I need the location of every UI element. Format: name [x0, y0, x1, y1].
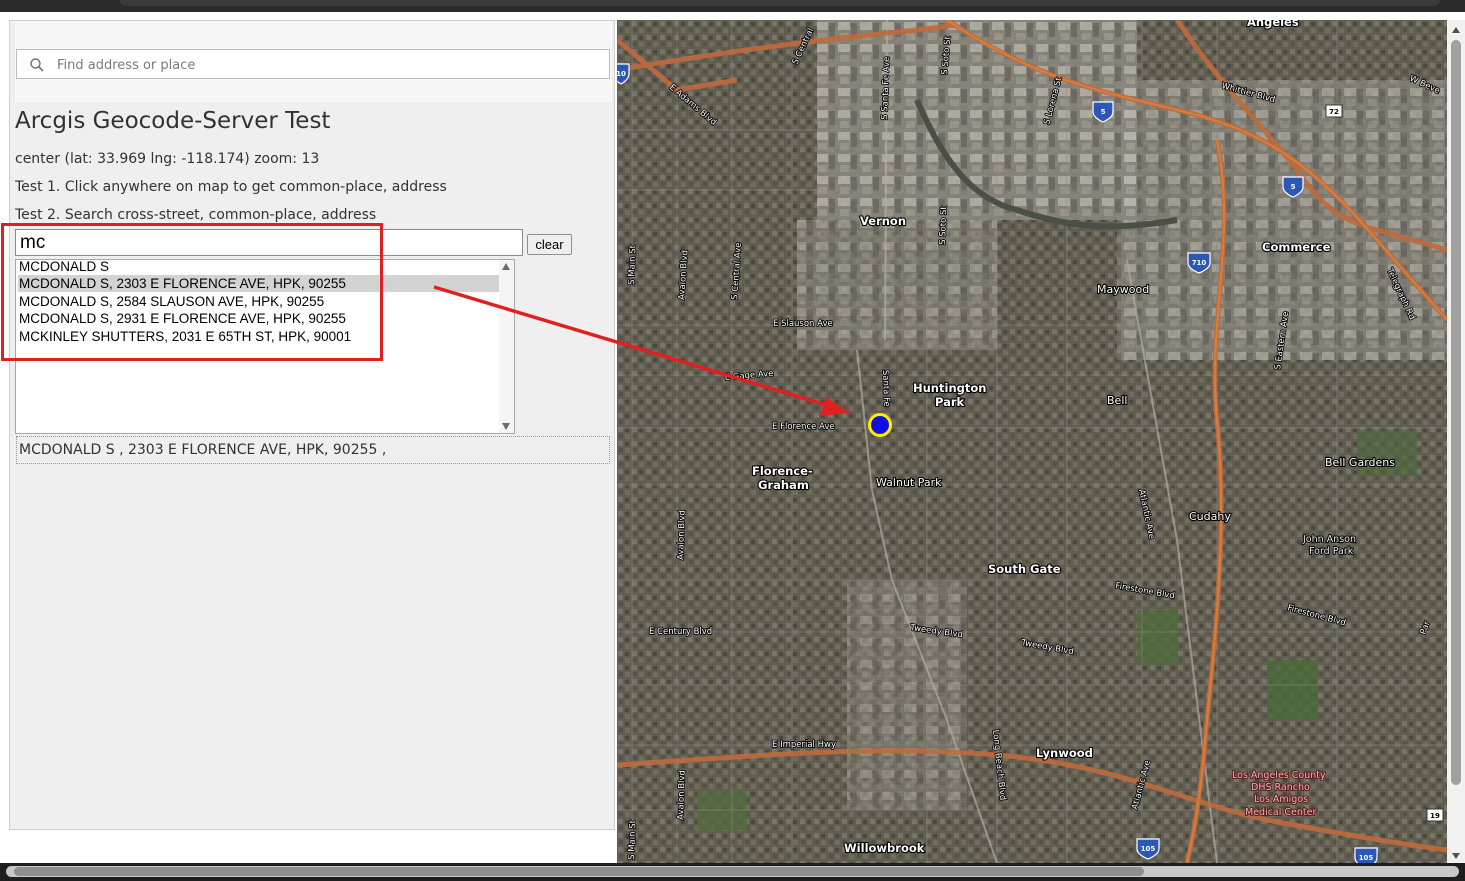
street-label: E Slauson Ave: [773, 319, 833, 329]
scroll-up-arrow-icon[interactable]: [502, 263, 510, 270]
street-label: Tweedy Blvd: [909, 623, 964, 640]
page-viewport: Arcgis Geocode-Server Test center (lat: …: [0, 12, 1465, 863]
search-widget[interactable]: [16, 49, 610, 79]
place-label: Vernon: [860, 214, 906, 228]
map-labels-layer: Angeles Vernon Commerce Huntington Park …: [626, 20, 1442, 861]
street-label: S Main St: [627, 819, 638, 860]
street-label: Tweedy Blvd: [1019, 638, 1074, 657]
place-label: Commerce: [1262, 240, 1331, 254]
street-label: W Beve: [1408, 74, 1442, 97]
street-label: S Soto St: [938, 205, 949, 245]
street-label: Par: [1418, 619, 1432, 636]
street-label: Telegraph Rd: [1384, 266, 1417, 321]
street-label: S Santa Fe Ave: [880, 57, 892, 121]
scroll-down-icon[interactable]: [1452, 853, 1460, 859]
search-input[interactable]: [55, 52, 599, 78]
street-label: Atlantic Ave: [1130, 759, 1153, 810]
place-label: Angeles: [1247, 20, 1299, 29]
street-label: S Main St: [627, 244, 638, 285]
scroll-thumb[interactable]: [1451, 40, 1461, 785]
street-label: Atlantic Ave: [1136, 489, 1156, 541]
street-label: Santa Fe: [880, 370, 891, 407]
location-marker-icon: [871, 416, 889, 434]
place-label: Huntington: [913, 381, 986, 395]
place-label: Maywood: [1097, 283, 1149, 296]
street-label: Whittier Blvd: [1220, 81, 1276, 105]
clear-button[interactable]: clear: [527, 234, 572, 255]
street-label: E Florence Ave: [772, 422, 835, 432]
street-label: Avalon Blvd: [676, 770, 688, 820]
place-label: Park: [935, 395, 965, 409]
scroll-thumb[interactable]: [14, 867, 1144, 876]
control-panel: Arcgis Geocode-Server Test center (lat: …: [9, 20, 615, 830]
street-label: S Soto St: [940, 35, 953, 75]
street-label: E Gage Ave: [724, 369, 773, 383]
park-label: Ford Park: [1309, 546, 1354, 557]
street-label: Avalon Blvd: [677, 250, 690, 300]
street-label: Firestone Blvd: [1286, 603, 1347, 628]
place-label: South Gate: [988, 562, 1061, 576]
street-label: Avalon Blvd: [676, 510, 688, 560]
park-label: John Anson: [1302, 534, 1356, 545]
facility-label: Los Angeles County: [1232, 770, 1326, 781]
street-label: Long Beach Blvd: [990, 729, 1007, 801]
place-label: Graham: [758, 478, 809, 492]
suggestion-scrollbar[interactable]: [499, 260, 514, 433]
place-label: Cudahy: [1189, 510, 1231, 523]
satellite-map[interactable]: 5 5 710 72 105 105 19 10 Angeles Vernon …: [617, 20, 1447, 863]
street-label: S Central Ave: [730, 242, 744, 300]
street-label: S Central: [791, 27, 817, 67]
place-label: Lynwood: [1036, 746, 1093, 760]
street-label: Firestone Blvd: [1114, 581, 1175, 601]
map-vertical-scrollbar[interactable]: [1447, 20, 1465, 863]
page-title: Arcgis Geocode-Server Test: [15, 108, 331, 134]
street-label: S Lorena St: [1042, 76, 1064, 126]
facility-label: Los Amigos: [1254, 794, 1308, 805]
place-label: Willowbrook: [844, 841, 925, 855]
browser-top-edge: [0, 0, 1465, 12]
street-label: S Eastern Ave: [1273, 311, 1291, 371]
scroll-down-arrow-icon[interactable]: [502, 423, 510, 430]
street-label: E Century Blvd: [649, 627, 712, 637]
street-label: E Imperial Hwy: [772, 740, 836, 750]
place-label: Bell: [1107, 394, 1127, 407]
test1-instructions: Test 1. Click anywhere on map to get com…: [15, 179, 447, 195]
place-label: Walnut Park: [876, 476, 942, 489]
scroll-up-icon[interactable]: [1452, 27, 1460, 33]
annotation-highlight-box: [1, 223, 383, 361]
facility-label: DHS Rancho: [1251, 782, 1310, 793]
search-icon: [30, 58, 44, 72]
browser-tab-strip: [120, 0, 1440, 6]
test2-instructions: Test 2. Search cross-street, common-plac…: [15, 207, 377, 223]
place-label: Florence-: [752, 464, 813, 478]
horizontal-scrollbar[interactable]: [0, 863, 1465, 881]
geocode-result: MCDONALD S , 2303 E FLORENCE AVE, HPK, 9…: [16, 436, 610, 464]
facility-label: Medical Center: [1245, 807, 1316, 818]
map-center-info: center (lat: 33.969 lng: -118.174) zoom:…: [15, 151, 320, 167]
street-label: E Adams Blvd: [667, 83, 718, 128]
place-label: Bell Gardens: [1325, 456, 1395, 469]
